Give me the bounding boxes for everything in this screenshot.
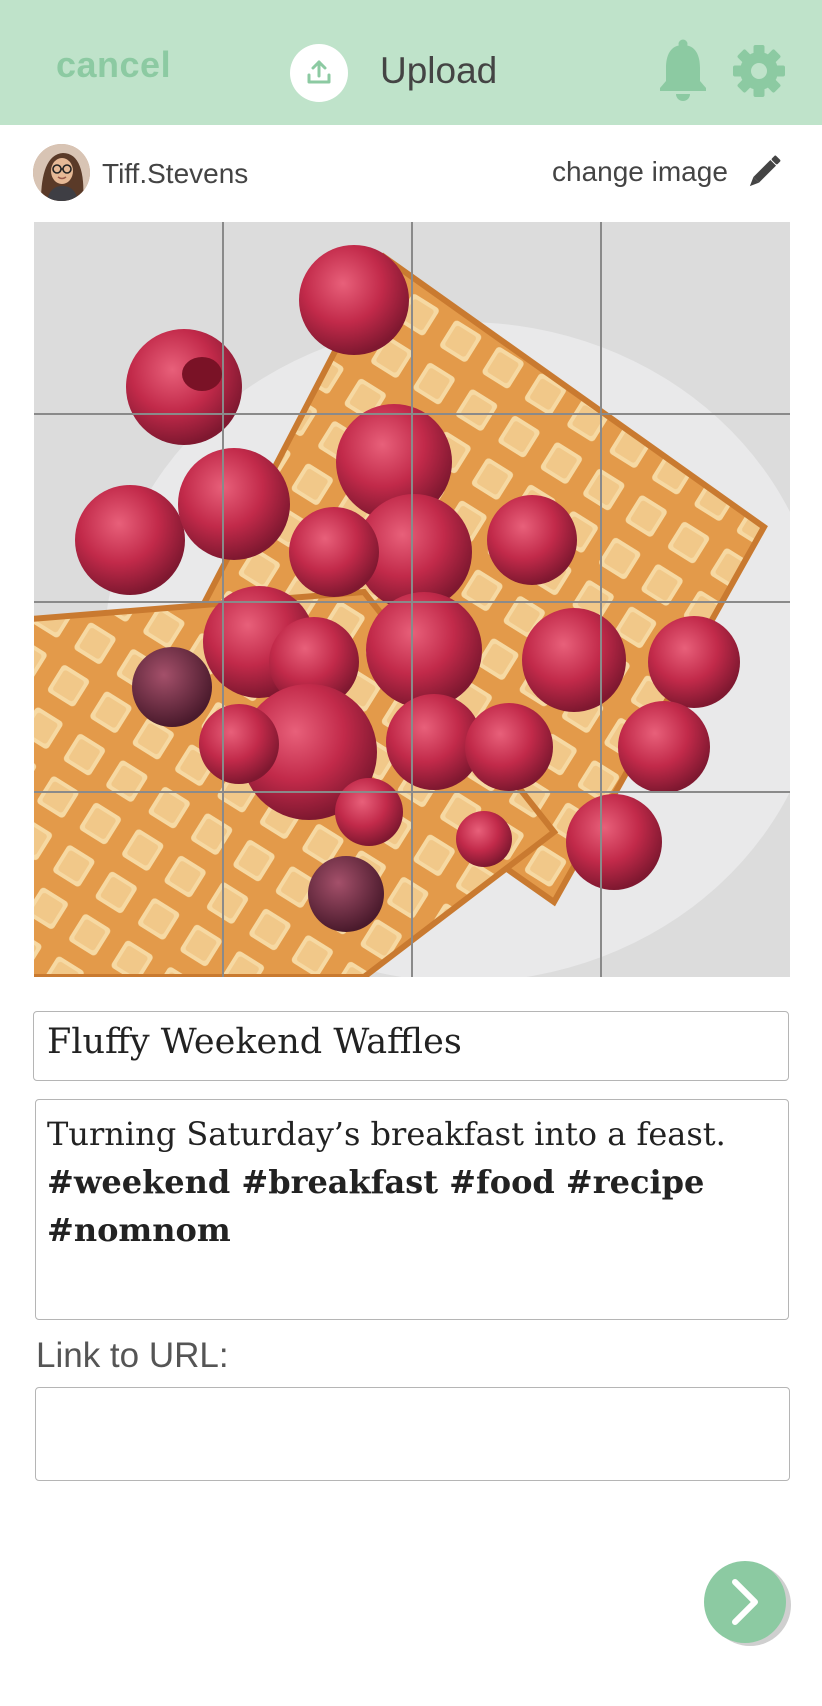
chevron-right-icon [732, 1579, 758, 1625]
title-input[interactable]: Fluffy Weekend Waffles [33, 1011, 789, 1081]
top-bar: cancel Upload [0, 0, 822, 125]
link-url-label: Link to URL: [36, 1336, 229, 1375]
caption-input[interactable]: Turning Saturday’s breakfast into a feas… [35, 1099, 789, 1320]
gear-icon[interactable] [732, 44, 786, 98]
next-button[interactable] [704, 1561, 786, 1643]
username: Tiff.Stevens [102, 158, 249, 189]
avatar [33, 144, 90, 201]
page-title: Upload [380, 50, 498, 91]
upload-icon [290, 44, 348, 102]
caption-hashtags: #weekend #breakfast #food #recipe #nomno… [47, 1163, 705, 1249]
cancel-button[interactable]: cancel [56, 44, 171, 86]
pencil-icon[interactable] [742, 150, 786, 194]
post-photo[interactable] [34, 222, 790, 977]
caption-text: Turning Saturday’s breakfast into a feas… [47, 1115, 726, 1153]
url-input[interactable] [35, 1387, 790, 1481]
bell-icon[interactable] [656, 38, 710, 102]
change-image-link[interactable]: change image [552, 156, 728, 188]
